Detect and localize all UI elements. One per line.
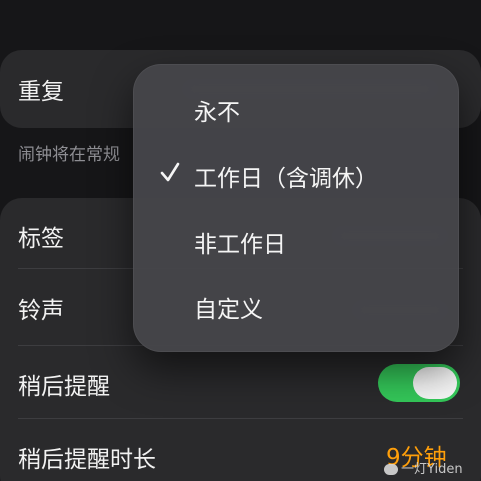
alarm-edit-screen: 重复 闹钟将在常规 标签 铃声 稍后提醒 稍后提醒时长 9分钟 一灯Yiden … bbox=[0, 0, 481, 481]
menu-item-non-workdays[interactable]: 非工作日 bbox=[133, 210, 459, 270]
snooze-duration-label: 稍后提醒时长 bbox=[18, 447, 156, 473]
menu-item-workdays[interactable]: 工作日（含调休） bbox=[133, 144, 459, 204]
ringtone-label: 铃声 bbox=[18, 298, 64, 324]
repeat-hint-text: 闹钟将在常规 bbox=[18, 145, 120, 165]
checkmark-icon bbox=[160, 162, 180, 182]
menu-item-label: 自定义 bbox=[194, 297, 263, 323]
menu-item-label: 永不 bbox=[194, 100, 240, 126]
toggle-knob bbox=[413, 367, 457, 399]
snooze-label: 稍后提醒 bbox=[18, 374, 110, 400]
weibo-logo-icon bbox=[384, 464, 398, 475]
snooze-toggle[interactable] bbox=[378, 364, 460, 402]
watermark-text: 一灯Yiden bbox=[401, 462, 463, 477]
menu-item-custom[interactable]: 自定义 bbox=[133, 275, 459, 335]
menu-item-label: 工作日（含调休） bbox=[194, 166, 378, 192]
tag-label: 标签 bbox=[18, 226, 64, 252]
repeat-dropdown-menu: 永不 工作日（含调休） 非工作日 自定义 bbox=[133, 64, 459, 352]
repeat-label: 重复 bbox=[18, 79, 64, 105]
watermark: 一灯Yiden bbox=[384, 458, 463, 477]
menu-item-never[interactable]: 永不 bbox=[133, 78, 459, 138]
menu-item-label: 非工作日 bbox=[194, 232, 286, 258]
